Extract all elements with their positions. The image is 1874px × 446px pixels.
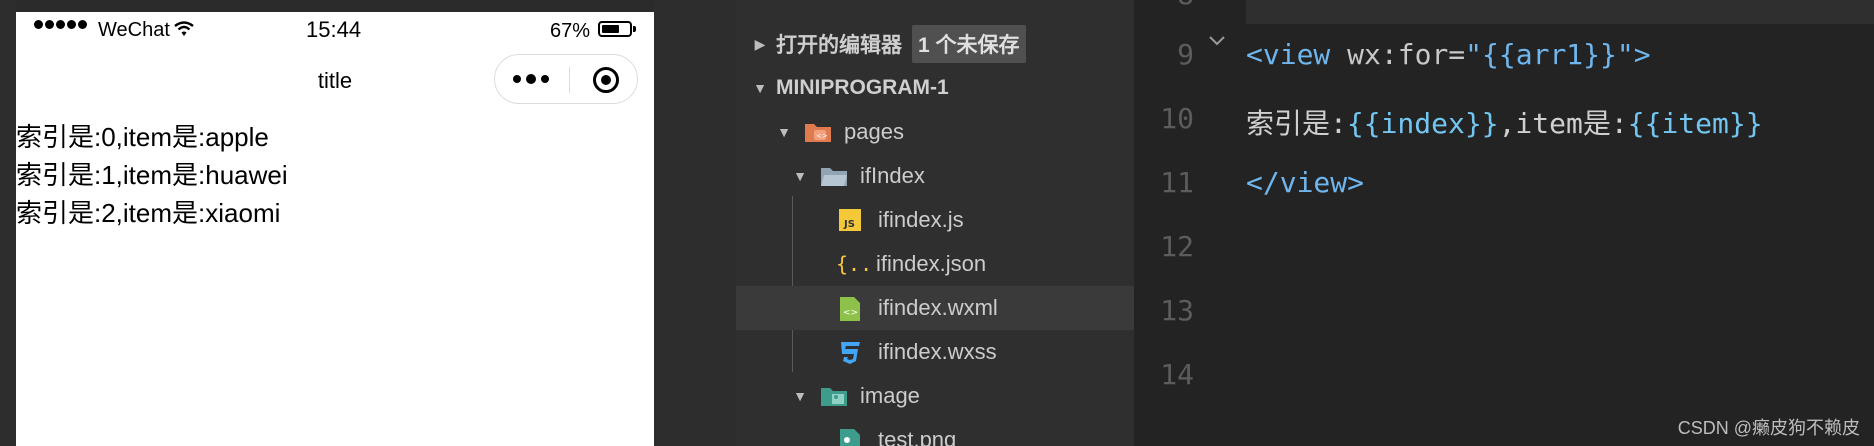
code-tag: </view> — [1246, 166, 1365, 199]
code-mustache: {{item}} — [1627, 107, 1763, 140]
code-line-11: </view> — [1246, 166, 1364, 199]
clock-time: 15:44 — [306, 17, 362, 42]
line-number: 13 — [1160, 294, 1194, 327]
code-tag: > — [1633, 38, 1651, 71]
code-line-10: 索引是:{{index}},item是:{{item}} — [1246, 102, 1763, 142]
code-mustache: {{index}} — [1346, 107, 1499, 140]
svg-text:<>: <> — [843, 308, 858, 318]
battery-percent: 67% — [550, 20, 591, 42]
file-name: ifindex.wxss — [878, 339, 997, 364]
tree-item-ifindex-folder[interactable]: ▼ ifIndex — [736, 154, 1134, 198]
tree-item-file[interactable]: ifindex.wxss — [736, 330, 1134, 374]
file-name: test.png — [878, 427, 957, 446]
tree-item-image-folder[interactable]: ▼ image — [736, 374, 1134, 418]
js-file-icon: JS — [838, 208, 864, 232]
line-8-highlight — [1246, 0, 1874, 24]
svg-text:JS: JS — [843, 219, 855, 230]
tree-item-label: image — [860, 383, 920, 408]
simulator-screen: WeChat 15:44 67% title 索引是:0,item是:apple… — [16, 12, 654, 446]
more-icon[interactable] — [513, 69, 557, 89]
watermark: CSDN @癞皮狗不赖皮 — [1677, 418, 1860, 438]
code-attr: wx:for= — [1330, 38, 1466, 71]
carrier-name: WeChat — [98, 19, 170, 41]
left-margin — [0, 0, 16, 446]
open-editors-section[interactable]: ▶ 打开的编辑器 1 个未保存 — [736, 22, 1134, 66]
svg-text:{..}: {..} — [836, 252, 868, 276]
list-item: 索引是:0,item是:apple — [16, 122, 269, 152]
panel-gap — [654, 0, 736, 446]
line-number: 8 — [1134, 0, 1194, 11]
line-number: 12 — [1160, 230, 1194, 263]
tree-item-pages[interactable]: ▼ <> pages — [736, 110, 1134, 154]
fold-chevron-icon[interactable] — [1208, 30, 1226, 53]
line-number: 14 — [1160, 358, 1194, 391]
tree-item-file[interactable]: test.png — [736, 418, 1134, 446]
signal-icon — [34, 20, 87, 29]
nav-bar: title — [16, 48, 654, 108]
list-item: 索引是:2,item是:xiaomi — [16, 198, 281, 228]
menu-capsule — [494, 54, 638, 104]
folder-icon — [820, 384, 847, 408]
chevron-right-icon: ▶ — [754, 35, 766, 52]
code-tag: <view — [1246, 38, 1331, 71]
tree-item-file-selected[interactable]: <> ifindex.wxml — [736, 286, 1134, 330]
folder-icon: <> — [804, 120, 831, 144]
project-section[interactable]: ▼ MINIPROGRAM-1 — [736, 66, 1134, 110]
file-explorer: ▶ 打开的编辑器 1 个未保存 ▼ MINIPROGRAM-1 ▼ <> pag… — [736, 0, 1134, 446]
capsule-divider — [569, 67, 570, 93]
open-editors-label: 打开的编辑器 — [776, 34, 902, 57]
json-file-icon: {..} — [836, 252, 884, 276]
wifi-icon — [174, 21, 194, 36]
status-bar: WeChat 15:44 67% — [16, 12, 654, 48]
chevron-down-icon: ▼ — [793, 388, 807, 404]
project-label: MINIPROGRAM-1 — [776, 76, 949, 99]
image-file-icon — [838, 428, 864, 446]
unsaved-badge: 1 个未保存 — [912, 25, 1026, 63]
page-content: 索引是:0,item是:apple 索引是:1,item是:huawei 索引是… — [16, 108, 654, 232]
line-number: 11 — [1160, 166, 1194, 199]
wxml-file-icon: <> — [838, 296, 864, 321]
file-name: ifindex.json — [876, 251, 987, 276]
chevron-down-icon: ▼ — [793, 168, 807, 184]
list-item: 索引是:1,item是:huawei — [16, 160, 288, 190]
code-line-9: <view wx:for="{{arr1}}"> — [1246, 38, 1651, 71]
tree-item-file[interactable]: JS ifindex.js — [736, 198, 1134, 242]
chevron-down-icon: ▼ — [777, 124, 791, 140]
tree-item-file[interactable]: {..} ifindex.json — [736, 242, 1134, 286]
tree-item-label: ifIndex — [860, 163, 925, 188]
file-name: ifindex.js — [878, 207, 964, 232]
tree-item-label: pages — [844, 119, 904, 144]
code-text: ,item是: — [1498, 107, 1628, 140]
code-editor[interactable]: 8 9 10 11 12 13 14 <view wx:for="{{arr1}… — [1134, 0, 1874, 446]
file-name: ifindex.wxml — [878, 295, 998, 320]
code-text: 索引是: — [1246, 107, 1347, 140]
code-string: "{{arr1}}" — [1465, 38, 1634, 71]
line-number: 10 — [1160, 102, 1194, 135]
close-miniprogram-icon[interactable] — [593, 67, 619, 93]
css-file-icon — [838, 340, 864, 364]
folder-open-icon — [820, 164, 847, 188]
line-number: 9 — [1177, 38, 1194, 71]
svg-text:<>: <> — [816, 132, 828, 140]
chevron-down-icon: ▼ — [753, 80, 767, 96]
battery-icon — [598, 21, 636, 37]
